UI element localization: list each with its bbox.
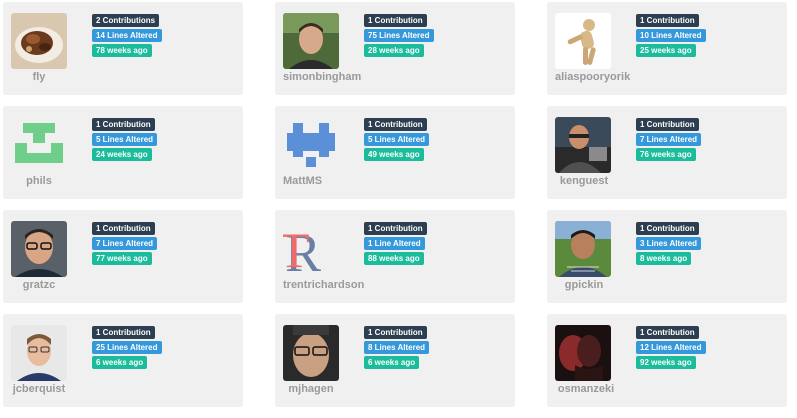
- tr-logo-t: T: [283, 222, 310, 277]
- contributions-badge: 1 Contribution: [92, 118, 155, 131]
- last-contribution-badge: 24 weeks ago: [92, 148, 152, 161]
- last-contribution-badge: 77 weeks ago: [92, 252, 152, 265]
- avatar[interactable]: [11, 221, 67, 277]
- contributions-badge: 1 Contribution: [636, 118, 699, 131]
- contributor-card[interactable]: MattMS 1 Contribution 5 Lines Altered 49…: [275, 106, 515, 199]
- portrait-photo-icon: [283, 13, 339, 69]
- lines-altered-badge: 10 Lines Altered: [636, 29, 706, 42]
- contributor-card[interactable]: simonbingham 1 Contribution 75 Lines Alt…: [275, 2, 515, 95]
- portrait-photo-icon: [11, 221, 67, 277]
- contributor-card[interactable]: osmanzeki 1 Contribution 12 Lines Altere…: [547, 314, 787, 407]
- lines-altered-badge: 7 Lines Altered: [636, 133, 702, 146]
- last-contribution-badge: 76 weeks ago: [636, 148, 696, 161]
- avatar[interactable]: [11, 325, 67, 381]
- username[interactable]: aliaspooryorik: [555, 71, 630, 83]
- lines-altered-badge: 1 Line Altered: [364, 237, 425, 250]
- portrait-photo-icon: [283, 325, 339, 381]
- avatar[interactable]: [283, 13, 339, 69]
- lines-altered-badge: 8 Lines Altered: [364, 341, 430, 354]
- contributions-badge: 1 Contribution: [364, 118, 427, 131]
- avatar[interactable]: [555, 325, 611, 381]
- portrait-photo-icon: [555, 221, 611, 277]
- last-contribution-badge: 6 weeks ago: [364, 356, 420, 369]
- avatar[interactable]: [283, 117, 339, 173]
- username[interactable]: gratzc: [3, 279, 75, 291]
- username[interactable]: trentrichardson: [283, 279, 364, 291]
- stats-badges: 1 Contribution 12 Lines Altered 92 weeks…: [636, 326, 706, 371]
- username[interactable]: phils: [3, 175, 75, 187]
- username[interactable]: gpickin: [547, 279, 621, 291]
- avatar[interactable]: [283, 325, 339, 381]
- last-contribution-badge: 88 weeks ago: [364, 252, 424, 265]
- lines-altered-badge: 3 Lines Altered: [636, 237, 702, 250]
- portrait-photo-icon: [11, 325, 67, 381]
- username[interactable]: fly: [3, 71, 75, 83]
- last-contribution-badge: 28 weeks ago: [364, 44, 424, 57]
- lines-altered-badge: 5 Lines Altered: [364, 133, 430, 146]
- food-photo-icon: [11, 13, 67, 69]
- last-contribution-badge: 25 weeks ago: [636, 44, 696, 57]
- stats-badges: 1 Contribution 10 Lines Altered 25 weeks…: [636, 14, 706, 59]
- contributor-card[interactable]: phils 1 Contribution 5 Lines Altered 24 …: [3, 106, 243, 199]
- contributor-card[interactable]: aliaspooryorik 1 Contribution 10 Lines A…: [547, 2, 787, 95]
- username[interactable]: jcberquist: [3, 383, 75, 395]
- contributor-card[interactable]: gpickin 1 Contribution 3 Lines Altered 8…: [547, 210, 787, 303]
- lines-altered-badge: 5 Lines Altered: [92, 133, 158, 146]
- stats-badges: 1 Contribution 8 Lines Altered 6 weeks a…: [364, 326, 430, 371]
- last-contribution-badge: 8 weeks ago: [636, 252, 692, 265]
- lines-altered-badge: 7 Lines Altered: [92, 237, 158, 250]
- stats-badges: 1 Contribution 7 Lines Altered 77 weeks …: [92, 222, 158, 267]
- contributors-grid: fly 2 Contributions 14 Lines Altered 78 …: [0, 0, 797, 418]
- lines-altered-badge: 12 Lines Altered: [636, 341, 706, 354]
- contributions-badge: 1 Contribution: [364, 326, 427, 339]
- stats-badges: 2 Contributions 14 Lines Altered 78 week…: [92, 14, 162, 59]
- stats-badges: 1 Contribution 75 Lines Altered 28 weeks…: [364, 14, 434, 59]
- username[interactable]: kenguest: [547, 175, 621, 187]
- contributor-card[interactable]: gratzc 1 Contribution 7 Lines Altered 77…: [3, 210, 243, 303]
- contributions-badge: 1 Contribution: [92, 326, 155, 339]
- avatar[interactable]: [555, 13, 611, 69]
- lines-altered-badge: 25 Lines Altered: [92, 341, 162, 354]
- last-contribution-badge: 92 weeks ago: [636, 356, 696, 369]
- contributions-badge: 1 Contribution: [636, 326, 699, 339]
- last-contribution-badge: 49 weeks ago: [364, 148, 424, 161]
- portrait-photo-icon: [555, 325, 611, 381]
- stats-badges: 1 Contribution 7 Lines Altered 76 weeks …: [636, 118, 702, 163]
- contributions-badge: 1 Contribution: [364, 14, 427, 27]
- avatar[interactable]: [11, 13, 67, 69]
- avatar[interactable]: R T: [283, 221, 339, 277]
- username[interactable]: simonbingham: [283, 71, 361, 83]
- contributor-card[interactable]: jcberquist 1 Contribution 25 Lines Alter…: [3, 314, 243, 407]
- contributor-card[interactable]: fly 2 Contributions 14 Lines Altered 78 …: [3, 2, 243, 95]
- contributions-badge: 1 Contribution: [92, 222, 155, 235]
- stats-badges: 1 Contribution 5 Lines Altered 24 weeks …: [92, 118, 158, 163]
- avatar[interactable]: [555, 221, 611, 277]
- stats-badges: 1 Contribution 25 Lines Altered 6 weeks …: [92, 326, 162, 371]
- identicon-icon: [11, 117, 67, 173]
- tr-logo-icon: R T: [283, 221, 339, 277]
- contributor-card[interactable]: mjhagen 1 Contribution 8 Lines Altered 6…: [275, 314, 515, 407]
- username[interactable]: osmanzeki: [547, 383, 625, 395]
- username[interactable]: mjhagen: [275, 383, 347, 395]
- username[interactable]: MattMS: [283, 175, 322, 187]
- lines-altered-badge: 75 Lines Altered: [364, 29, 434, 42]
- last-contribution-badge: 78 weeks ago: [92, 44, 152, 57]
- contributions-badge: 2 Contributions: [92, 14, 160, 27]
- stats-badges: 1 Contribution 5 Lines Altered 49 weeks …: [364, 118, 430, 163]
- identicon-icon: [283, 117, 339, 173]
- contributions-badge: 1 Contribution: [636, 222, 699, 235]
- lines-altered-badge: 14 Lines Altered: [92, 29, 162, 42]
- wooden-mannequin-icon: [555, 13, 611, 69]
- stats-badges: 1 Contribution 3 Lines Altered 8 weeks a…: [636, 222, 702, 267]
- contributor-card[interactable]: R T trentrichardson 1 Contribution 1 Lin…: [275, 210, 515, 303]
- stats-badges: 1 Contribution 1 Line Altered 88 weeks a…: [364, 222, 427, 267]
- contributor-card[interactable]: kenguest 1 Contribution 7 Lines Altered …: [547, 106, 787, 199]
- avatar[interactable]: [555, 117, 611, 173]
- portrait-photo-icon: [555, 117, 611, 173]
- contributions-badge: 1 Contribution: [364, 222, 427, 235]
- last-contribution-badge: 6 weeks ago: [92, 356, 148, 369]
- avatar[interactable]: [11, 117, 67, 173]
- contributions-badge: 1 Contribution: [636, 14, 699, 27]
